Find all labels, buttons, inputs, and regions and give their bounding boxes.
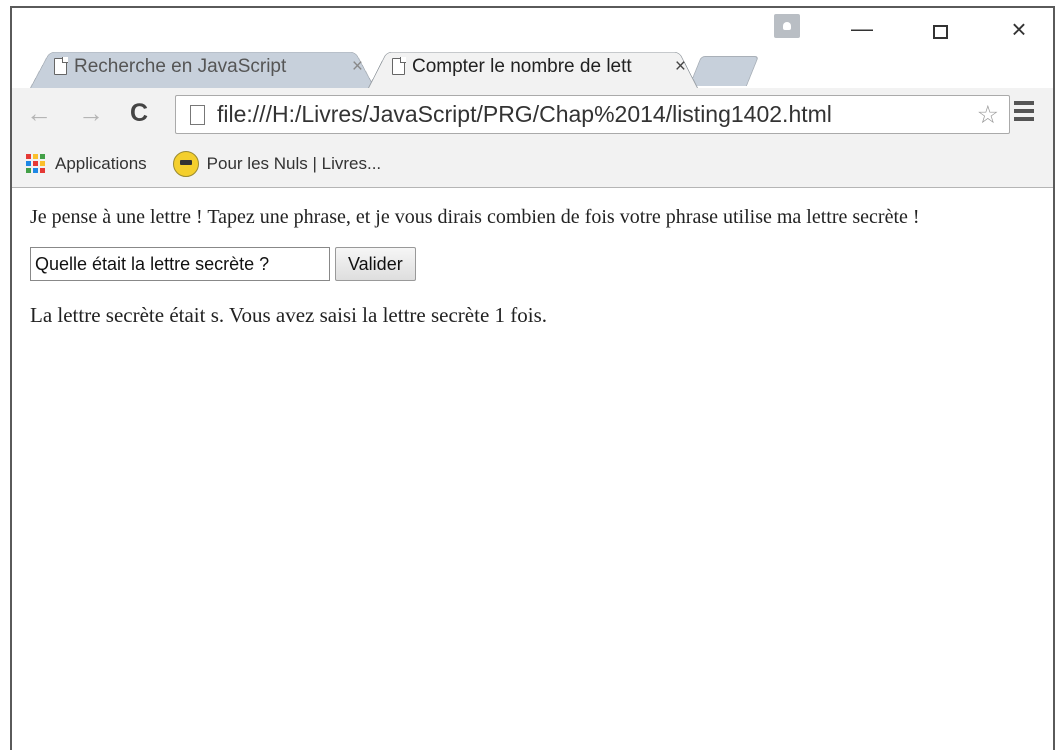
tab-label: Compter le nombre de lett	[412, 56, 632, 77]
minimize-button[interactable]: —	[847, 16, 877, 42]
letter-form: Valider	[30, 247, 1035, 281]
browser-toolbar: ← → C file:///H:/Livres/JavaScript/PRG/C…	[12, 88, 1053, 140]
title-bar: Recherche en JavaScript × Compter le nom…	[12, 8, 1053, 88]
page-content: Je pense à une lettre ! Tapez une phrase…	[12, 189, 1053, 750]
document-icon	[392, 57, 406, 75]
tab-label: Recherche en JavaScript	[74, 56, 287, 77]
valider-button[interactable]: Valider	[335, 247, 416, 281]
tab-recherche[interactable]: Recherche en JavaScript ×	[30, 46, 375, 88]
back-arrow-icon[interactable]: ←	[26, 100, 52, 126]
window-close-button[interactable]: ×	[1004, 14, 1034, 45]
forward-arrow-icon[interactable]: →	[78, 100, 104, 126]
bookmark-star-icon[interactable]: ☆	[977, 100, 999, 130]
reload-icon[interactable]: C	[130, 100, 148, 126]
close-icon[interactable]: ×	[352, 56, 363, 78]
bookmark-label: Applications	[55, 153, 147, 173]
maximize-icon	[932, 25, 948, 39]
menu-icon[interactable]	[1014, 101, 1034, 125]
bookmark-label: Pour les Nuls | Livres...	[206, 153, 382, 173]
tab-compter[interactable]: Compter le nombre de lett ×	[368, 46, 698, 88]
file-page-icon	[190, 104, 205, 125]
new-tab-button[interactable]	[688, 56, 760, 86]
close-icon[interactable]: ×	[675, 56, 686, 78]
bookmarks-bar: Applications Pour les Nuls | Livres...	[12, 140, 1053, 188]
apps-grid-icon	[26, 154, 45, 173]
maximize-button[interactable]	[925, 19, 955, 45]
document-icon	[54, 57, 68, 75]
result-text: La lettre secrète était s. Vous avez sai…	[30, 303, 548, 327]
url-text[interactable]: file:///H:/Livres/JavaScript/PRG/Chap%20…	[217, 101, 832, 128]
profile-icon[interactable]	[774, 14, 800, 38]
address-bar[interactable]: file:///H:/Livres/JavaScript/PRG/Chap%20…	[175, 95, 1010, 134]
browser-window: Recherche en JavaScript × Compter le nom…	[10, 6, 1055, 750]
bookmark-applications[interactable]: Applications	[26, 154, 147, 174]
intro-text: Je pense à une lettre ! Tapez une phrase…	[30, 206, 920, 228]
secret-letter-input[interactable]	[30, 247, 330, 281]
bookmark-pour-les-nuls[interactable]: Pour les Nuls | Livres...	[172, 150, 382, 177]
pour-les-nuls-icon	[172, 150, 199, 177]
